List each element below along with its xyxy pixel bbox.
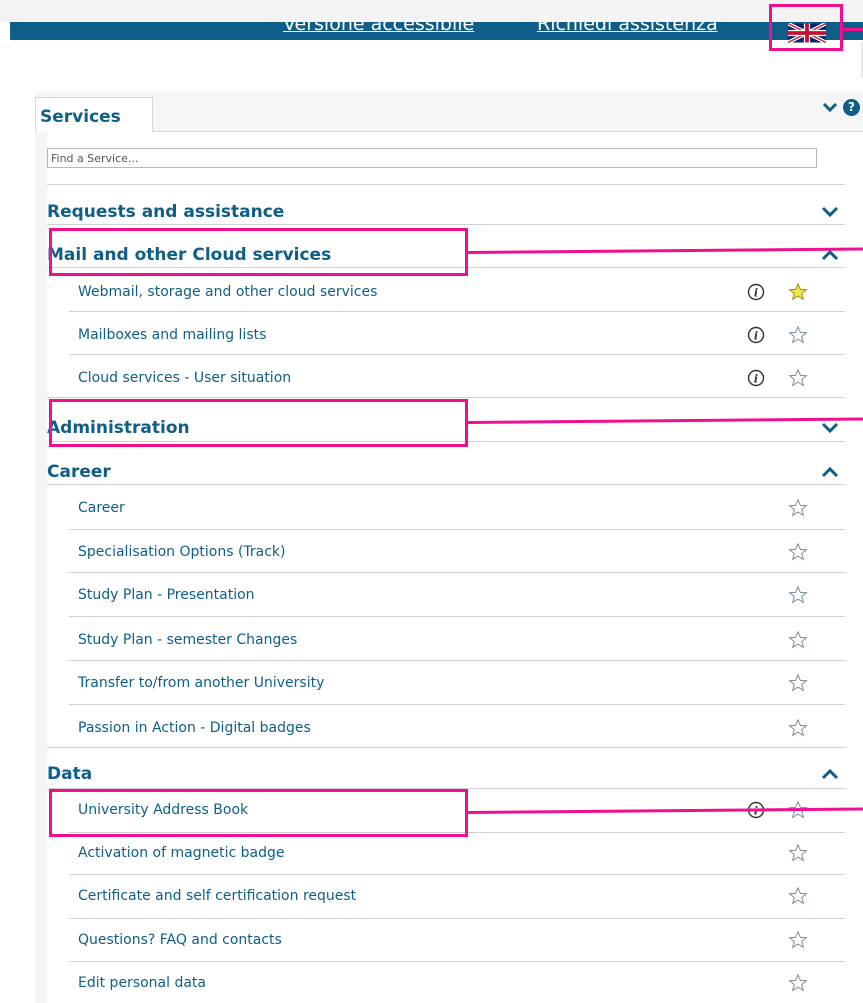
row-divider [69, 704, 845, 705]
section-title: Data [47, 764, 93, 784]
row-divider [47, 397, 845, 398]
service-item[interactable]: Study Plan - semester Changes [47, 630, 845, 656]
service-item-label[interactable]: Mailboxes and mailing lists [78, 327, 266, 343]
service-item-label[interactable]: Specialisation Options (Track) [78, 544, 286, 560]
service-item[interactable]: Webmail, storage and other cloud service… [47, 282, 845, 308]
star-outline-icon[interactable] [788, 973, 808, 993]
flag-highlight-line [843, 28, 863, 31]
service-item-label[interactable]: Passion in Action - Digital badges [78, 720, 311, 736]
star-outline-icon[interactable] [788, 368, 808, 388]
service-item[interactable]: Certificate and self certification reque… [47, 886, 845, 912]
service-item[interactable]: Cloud services - User situation i [47, 368, 845, 394]
administration-highlight [49, 399, 468, 447]
star-outline-icon[interactable] [788, 930, 808, 950]
star-outline-icon[interactable] [788, 718, 808, 738]
row-divider [69, 354, 845, 355]
top-bar: Versione accessibile Richiedi assistenza [10, 13, 863, 40]
info-icon[interactable]: i [747, 369, 765, 387]
row-divider [69, 961, 845, 962]
mail-section-highlight [49, 228, 468, 276]
row-divider [69, 874, 845, 875]
star-outline-icon[interactable] [788, 498, 808, 518]
row-divider [69, 918, 845, 919]
service-item[interactable]: Career [47, 498, 845, 524]
collapse-all-chevron-icon[interactable] [821, 99, 839, 117]
service-item-label[interactable]: Questions? FAQ and contacts [78, 932, 282, 948]
svg-text:i: i [754, 287, 758, 300]
accessible-version-link[interactable]: Versione accessibile [283, 13, 474, 35]
chevron-down-icon[interactable] [821, 205, 839, 219]
star-outline-icon[interactable] [788, 325, 808, 345]
find-service-input[interactable] [47, 148, 817, 168]
svg-text:i: i [754, 373, 758, 386]
chevron-down-icon[interactable] [821, 421, 839, 435]
row-divider [69, 529, 845, 530]
info-icon[interactable]: i [747, 326, 765, 344]
star-outline-icon[interactable] [788, 673, 808, 693]
row-divider [47, 747, 845, 748]
star-outline-icon[interactable] [788, 886, 808, 906]
address-book-highlight [49, 789, 468, 837]
service-item-label[interactable]: Study Plan - semester Changes [78, 632, 297, 648]
star-outline-icon[interactable] [788, 542, 808, 562]
star-outline-icon[interactable] [788, 585, 808, 605]
row-divider [69, 572, 845, 573]
section-title: Requests and assistance [47, 202, 285, 222]
row-divider [69, 311, 845, 312]
service-item-label[interactable]: Activation of magnetic badge [78, 845, 284, 861]
service-item[interactable]: Specialisation Options (Track) [47, 542, 845, 568]
service-item-label[interactable]: Study Plan - Presentation [78, 587, 255, 603]
row-divider [69, 616, 845, 617]
service-item[interactable]: Questions? FAQ and contacts [47, 930, 845, 956]
star-outline-icon[interactable] [788, 843, 808, 863]
service-item[interactable]: Study Plan - Presentation [47, 585, 845, 611]
tab-services-label: Services [40, 107, 121, 127]
section-header[interactable]: Requests and assistance [47, 202, 845, 228]
service-item[interactable]: Passion in Action - Digital badges [47, 718, 845, 744]
star-filled-icon[interactable] [788, 282, 808, 302]
help-icon[interactable]: ? [843, 99, 860, 116]
section-header[interactable]: Career [47, 462, 845, 488]
star-outline-icon[interactable] [788, 630, 808, 650]
section-title: Career [47, 462, 111, 482]
request-assistance-link[interactable]: Richiedi assistenza [537, 13, 718, 35]
chevron-up-icon[interactable] [821, 767, 839, 781]
service-item[interactable]: Mailboxes and mailing lists i [47, 325, 845, 351]
service-item-label[interactable]: Webmail, storage and other cloud service… [78, 284, 377, 300]
service-item[interactable]: Transfer to/from another University [47, 673, 845, 699]
row-divider [47, 184, 845, 185]
service-item-label[interactable]: Career [78, 500, 125, 516]
tab-services[interactable]: Services [35, 97, 153, 132]
service-item[interactable]: Edit personal data [47, 973, 845, 999]
service-item-label[interactable]: Transfer to/from another University [78, 675, 324, 691]
service-item[interactable]: Activation of magnetic badge [47, 843, 845, 869]
svg-text:i: i [754, 330, 758, 343]
service-item-label[interactable]: Edit personal data [78, 975, 206, 991]
service-item-label[interactable]: Cloud services - User situation [78, 370, 291, 386]
section-header[interactable]: Data [47, 764, 845, 790]
flag-highlight-box [769, 4, 843, 51]
chevron-up-icon[interactable] [821, 465, 839, 479]
service-item-label[interactable]: Certificate and self certification reque… [78, 888, 356, 904]
row-divider [69, 660, 845, 661]
info-icon[interactable]: i [747, 283, 765, 301]
